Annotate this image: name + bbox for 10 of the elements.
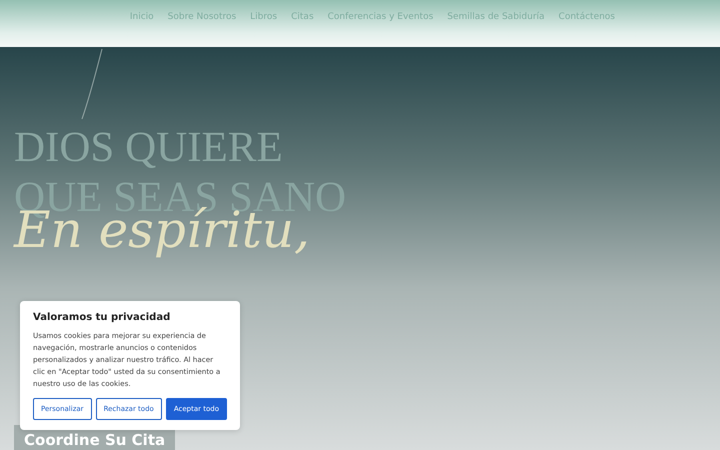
nav-link[interactable]: Contáctenos bbox=[558, 12, 615, 24]
decorative-line bbox=[81, 48, 103, 120]
nav-link[interactable]: Conferencias y Eventos bbox=[328, 12, 434, 24]
nav-link[interactable]: Sobre Nosotros bbox=[168, 12, 236, 24]
nav-link[interactable]: Semillas de Sabiduría bbox=[447, 12, 545, 24]
nav-link[interactable]: Libros bbox=[250, 12, 278, 24]
dialog-title: Valoramos tu privacidad bbox=[33, 312, 172, 323]
hero-heading: DIOS QUIERE bbox=[14, 123, 283, 173]
nav-link[interactable]: Citas bbox=[291, 12, 314, 24]
nav-link[interactable]: Inicio bbox=[130, 12, 154, 24]
